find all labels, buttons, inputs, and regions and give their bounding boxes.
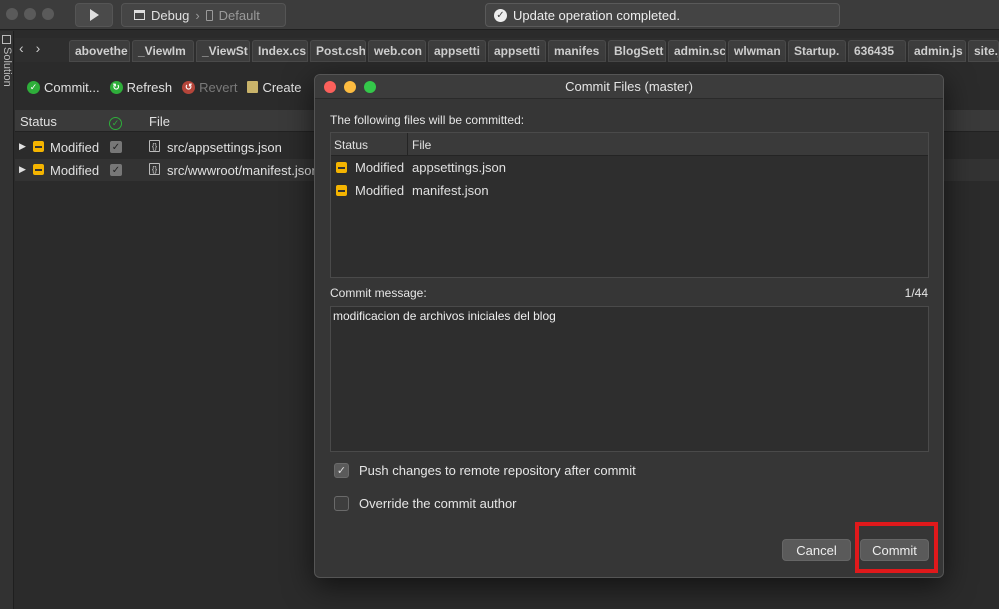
main-toolbar: Debug › Default ✓ Update operation compl… xyxy=(0,0,999,30)
tab[interactable]: appsetti xyxy=(488,40,546,62)
commit-dialog: Commit Files (master) The following file… xyxy=(314,74,944,578)
select-all-icon[interactable]: ✓ xyxy=(109,113,122,130)
tab[interactable]: web.con xyxy=(368,40,426,62)
tab[interactable]: _ViewSt xyxy=(196,40,250,62)
list-item[interactable]: Modified manifest.json xyxy=(331,179,928,202)
window-icon xyxy=(134,10,145,20)
file-list-header: Status File xyxy=(331,133,928,156)
tab[interactable]: Post.csh xyxy=(310,40,366,62)
row-checkbox[interactable]: ✓ xyxy=(110,141,122,153)
tab[interactable]: 636435 xyxy=(848,40,906,62)
modified-icon xyxy=(33,164,44,175)
commit-label: Commit... xyxy=(44,79,100,95)
patch-icon xyxy=(247,81,259,93)
cancel-button[interactable]: Cancel xyxy=(782,539,851,561)
create-patch-button[interactable]: Create xyxy=(247,80,301,95)
message-label: Commit message: xyxy=(330,286,427,300)
device-name: Default xyxy=(218,7,260,23)
config-separator: › xyxy=(195,7,200,23)
tab[interactable]: Startup. xyxy=(788,40,846,62)
document-tabs: ‹ › abovethe _ViewIm _ViewSt Index.cs Po… xyxy=(15,38,999,62)
device-icon xyxy=(205,9,213,21)
item-file: appsettings.json xyxy=(412,160,506,175)
revert-icon: ↺ xyxy=(182,80,196,94)
item-status: Modified xyxy=(355,183,405,198)
commit-message-input[interactable] xyxy=(332,308,927,450)
forward-arrow-icon[interactable]: › xyxy=(36,40,41,56)
dialog-titlebar: Commit Files (master) xyxy=(315,75,943,99)
tab[interactable]: site.js xyxy=(968,40,999,62)
files-label: The following files will be committed: xyxy=(330,113,525,127)
row-checkbox[interactable]: ✓ xyxy=(110,164,122,176)
row-file: src/wwwroot/manifest.json xyxy=(167,163,319,178)
tab[interactable]: abovethe xyxy=(69,40,130,62)
item-status: Modified xyxy=(355,160,405,175)
tab[interactable]: wlwman xyxy=(728,40,786,62)
expand-arrow-icon[interactable]: ▶ xyxy=(19,164,26,175)
expand-arrow-icon[interactable]: ▶ xyxy=(19,141,26,152)
revert-label: Revert xyxy=(199,79,238,95)
override-author-checkbox[interactable] xyxy=(334,496,349,511)
tab[interactable]: admin.sc xyxy=(668,40,726,62)
refresh-label: Refresh xyxy=(126,79,173,95)
dialog-title: Commit Files (master) xyxy=(565,79,693,94)
status-column-header[interactable]: Status xyxy=(20,114,57,129)
revert-button[interactable]: ↺ Revert xyxy=(182,80,237,95)
window-minimize-button[interactable] xyxy=(24,8,36,20)
status-column-header[interactable]: Status xyxy=(334,138,368,152)
tab[interactable]: admin.js xyxy=(908,40,966,62)
dialog-zoom-button[interactable] xyxy=(364,81,376,93)
file-column-header[interactable]: File xyxy=(412,138,431,152)
dialog-close-button[interactable] xyxy=(324,81,336,93)
tab[interactable]: Index.cs xyxy=(252,40,308,62)
status-bar: ✓ Update operation completed. xyxy=(485,3,840,27)
commit-file-list: Status File Modified appsettings.json Mo… xyxy=(330,132,929,278)
create-label: Create xyxy=(262,79,302,95)
tab[interactable]: manifes xyxy=(548,40,606,62)
row-file: src/appsettings.json xyxy=(167,140,282,155)
push-option-label: Push changes to remote repository after … xyxy=(359,463,636,478)
json-file-icon: {} xyxy=(149,163,160,175)
refresh-button[interactable]: ↻ Refresh xyxy=(109,79,173,95)
file-column-header[interactable]: File xyxy=(149,114,170,129)
row-status: Modified xyxy=(50,163,100,178)
window-close-button[interactable] xyxy=(6,8,18,20)
config-name: Debug xyxy=(151,7,190,23)
back-arrow-icon[interactable]: ‹ xyxy=(19,40,24,56)
override-author-option[interactable]: Override the commit author xyxy=(334,496,517,511)
tab[interactable]: BlogSett xyxy=(608,40,666,62)
checkmark-icon: ✓ xyxy=(494,8,507,22)
modified-icon xyxy=(33,141,44,152)
row-status: Modified xyxy=(50,140,100,155)
dialog-minimize-button[interactable] xyxy=(344,81,356,93)
tab[interactable]: _ViewIm xyxy=(132,40,194,62)
solution-pad-strip[interactable]: Solution xyxy=(0,31,14,609)
commit-message-box xyxy=(330,306,929,452)
run-button[interactable] xyxy=(75,3,113,27)
configuration-selector[interactable]: Debug › Default xyxy=(121,3,286,27)
modified-icon xyxy=(336,185,347,196)
status-message: Update operation completed. xyxy=(513,7,680,23)
item-file: manifest.json xyxy=(412,183,489,198)
window-zoom-button[interactable] xyxy=(42,8,54,20)
commit-button-highlight xyxy=(855,522,938,573)
refresh-icon: ↻ xyxy=(109,80,123,94)
override-author-label: Override the commit author xyxy=(359,496,517,511)
list-item[interactable]: Modified appsettings.json xyxy=(331,156,928,179)
modified-icon xyxy=(336,162,347,173)
push-checkbox[interactable]: ✓ xyxy=(334,463,349,478)
commit-icon: ✓ xyxy=(27,80,40,94)
pad-icon xyxy=(2,35,11,44)
push-option[interactable]: ✓ Push changes to remote repository afte… xyxy=(334,463,636,478)
message-char-count: 1/44 xyxy=(904,286,928,300)
commit-button[interactable]: ✓ Commit... xyxy=(27,80,100,95)
column-divider xyxy=(407,133,408,156)
solution-pad-label: Solution xyxy=(1,47,13,87)
tab[interactable]: appsetti xyxy=(428,40,486,62)
play-icon xyxy=(90,9,99,21)
json-file-icon: {} xyxy=(149,140,160,152)
